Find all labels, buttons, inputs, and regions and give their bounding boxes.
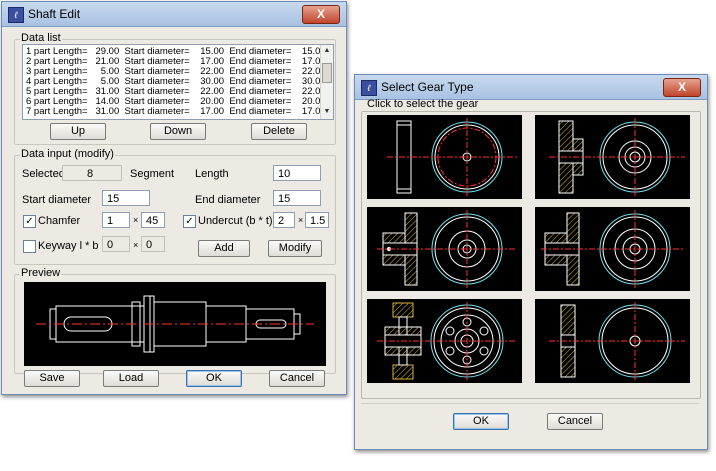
load-button[interactable]: Load (103, 370, 159, 387)
up-button[interactable]: Up (50, 123, 106, 140)
scroll-down-icon[interactable]: ▼ (322, 107, 332, 117)
undercut-b-input[interactable]: 2 (273, 212, 295, 228)
modify-button[interactable]: Modify (268, 240, 322, 257)
start-diameter-input[interactable]: 15 (102, 190, 150, 206)
undercut-checkbox[interactable]: ✓ (183, 215, 196, 228)
gear-tile-hub[interactable] (535, 115, 690, 199)
length-label: Length (195, 168, 229, 180)
gear-type-dialog: ℓ Select Gear Type X Click to select the… (354, 74, 708, 450)
cancel-button[interactable]: Cancel (269, 370, 325, 387)
gear-tile-stepped-bore[interactable] (535, 207, 690, 291)
spur-gear-drawing (387, 118, 517, 196)
spoked-gear-drawing (377, 302, 517, 380)
delete-button[interactable]: Delete (251, 123, 307, 140)
chamfer-b-input[interactable]: 45 (141, 212, 165, 228)
hub-gear-drawing (549, 118, 685, 196)
scroll-up-icon[interactable]: ▲ (322, 46, 332, 56)
gear-type-title: Select Gear Type (381, 80, 474, 94)
app-icon: ℓ (361, 80, 377, 96)
keyway-l-input: 0 (102, 236, 130, 252)
keyway-b-input: 0 (141, 236, 165, 252)
shaft-preview (24, 282, 326, 366)
data-list-label: Data list (20, 32, 62, 44)
shaft-edit-titlebar[interactable]: ℓ Shaft Edit X (2, 2, 346, 27)
down-button[interactable]: Down (150, 123, 206, 140)
gear-tile-hub-faced[interactable] (535, 299, 690, 383)
start-diameter-label: Start diameter (22, 194, 92, 206)
selected-value: 8 (62, 165, 122, 181)
times-icon: × (298, 215, 304, 225)
keyed-hub-gear-drawing (377, 210, 517, 288)
ok-button[interactable]: OK (186, 370, 242, 387)
instruction-text: Click to select the gear (367, 98, 479, 110)
chamfer-a-input[interactable]: 1 (102, 212, 130, 228)
gear-tile-spur[interactable] (367, 115, 522, 199)
footer-divider (361, 403, 699, 404)
undercut-label: Undercut (b * t) (198, 215, 273, 227)
gear-cancel-button[interactable]: Cancel (547, 413, 603, 430)
chamfer-label: Chamfer (38, 215, 81, 227)
gear-type-titlebar[interactable]: ℓ Select Gear Type X (355, 75, 707, 100)
hub-faced-gear-drawing (549, 302, 685, 380)
add-button[interactable]: Add (198, 240, 250, 257)
segment-label: Segment (130, 168, 175, 180)
gear-tile-keyed-hub[interactable] (367, 207, 522, 291)
list-item[interactable]: 7 part Length= 31.00 Start diameter= 17.… (26, 107, 326, 117)
end-diameter-input[interactable]: 15 (273, 190, 321, 206)
app-icon: ℓ (8, 7, 24, 23)
shaft-edit-dialog: ℓ Shaft Edit X Data list 1 part Length= … (1, 1, 347, 395)
data-input-label: Data input (modify) (20, 148, 115, 160)
close-button[interactable]: X (663, 78, 701, 97)
save-button[interactable]: Save (24, 370, 80, 387)
scroll-thumb[interactable] (322, 63, 332, 83)
shaft-edit-title: Shaft Edit (28, 7, 81, 21)
list-scrollbar[interactable]: ▲ ▼ (320, 45, 333, 119)
keyway-checkbox[interactable] (23, 240, 36, 253)
times-icon: × (133, 215, 139, 225)
gear-ok-button[interactable]: OK (453, 413, 509, 430)
undercut-t-input[interactable]: 1.5 (305, 212, 329, 228)
gear-tile-spoked[interactable] (367, 299, 522, 383)
stepped-bore-gear-drawing (541, 210, 685, 288)
chamfer-checkbox[interactable]: ✓ (23, 215, 36, 228)
preview-label: Preview (20, 267, 62, 279)
shaft-drawing (36, 295, 314, 353)
length-input[interactable]: 10 (273, 165, 321, 181)
segment-list[interactable]: 1 part Length= 29.00 Start diameter= 15.… (22, 44, 334, 120)
end-diameter-label: End diameter (195, 194, 261, 206)
keyway-label: Keyway l * b (38, 240, 99, 252)
close-button[interactable]: X (302, 5, 340, 24)
times-icon: × (133, 240, 139, 250)
selected-label: Selected (22, 168, 65, 180)
